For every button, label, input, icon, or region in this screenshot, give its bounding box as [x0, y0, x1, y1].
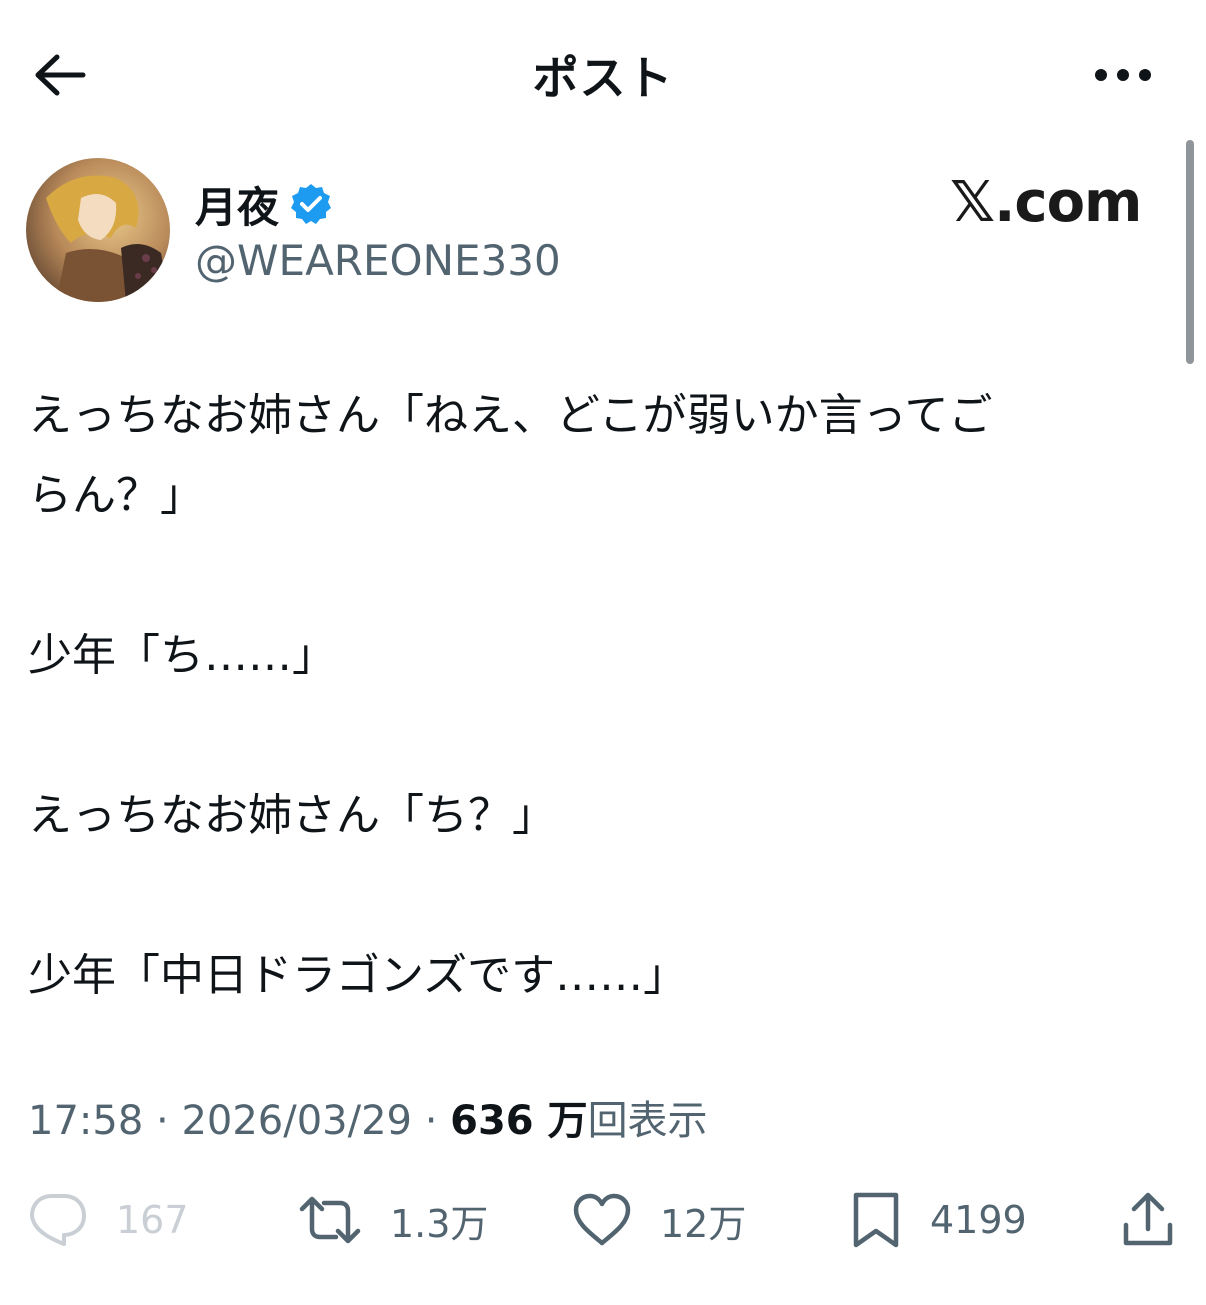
- meta-separator: ·: [156, 1098, 169, 1144]
- bookmark-count: 4199: [930, 1198, 1027, 1242]
- post-line: 少年「ち……」: [28, 630, 336, 681]
- like-count: 12万: [660, 1201, 747, 1246]
- post-date[interactable]: 2026/03/29: [181, 1098, 412, 1144]
- heart-icon: [573, 1193, 631, 1246]
- post-line: 少年「中日ドラゴンズです……」: [28, 950, 688, 1001]
- post-line: [28, 856, 1158, 936]
- bookmark-button[interactable]: 4199: [850, 1180, 1027, 1260]
- post-meta: 17:58 · 2026/03/29 · 636 万回表示: [28, 1088, 708, 1146]
- share-icon: [1123, 1192, 1173, 1246]
- views-label: 回表示: [587, 1098, 708, 1144]
- author-name-row[interactable]: 月夜: [195, 174, 333, 234]
- share-button[interactable]: [1120, 1180, 1176, 1260]
- repost-button[interactable]: 1.3万: [298, 1180, 488, 1260]
- more-button[interactable]: [1088, 50, 1158, 100]
- top-bar: ポスト: [0, 0, 1206, 150]
- post-detail-page: ポスト 月夜 @WEAREONE330 𝕏.com えっちなお姉さん「ねえ、どこ…: [0, 0, 1206, 1305]
- post-line: [28, 696, 1158, 776]
- meta-separator: ·: [424, 1098, 438, 1144]
- reply-button[interactable]: 167: [28, 1180, 189, 1260]
- post-line: [28, 536, 1158, 616]
- display-name[interactable]: 月夜: [195, 174, 279, 235]
- post-text: えっちなお姉さん「ねえ、どこが弱いか言ってご らん？」 少年「ち……」 えっちな…: [28, 376, 1158, 1016]
- reply-count: 167: [116, 1198, 189, 1242]
- action-bar: 167 1.3万 12万 4199: [0, 1180, 1206, 1260]
- post-time[interactable]: 17:58: [28, 1098, 143, 1144]
- watermark-logo: 𝕏.com: [950, 170, 1142, 235]
- verified-badge-icon: [291, 184, 332, 224]
- post-line: えっちなお姉さん「ねえ、どこが弱いか言ってご: [28, 390, 993, 441]
- scrollbar[interactable]: [1186, 140, 1194, 364]
- repost-count: 1.3万: [390, 1201, 489, 1246]
- repost-icon: [299, 1196, 361, 1244]
- post-line: らん？」: [28, 470, 204, 521]
- more-horizontal-icon: [1095, 69, 1151, 81]
- page-title: ポスト: [532, 51, 674, 105]
- avatar[interactable]: [26, 158, 170, 302]
- views-count[interactable]: 636 万: [450, 1098, 587, 1144]
- reply-icon: [30, 1194, 86, 1246]
- bookmark-icon: [853, 1192, 899, 1248]
- post-line: えっちなお姉さん「ち？」: [28, 790, 556, 841]
- author-handle[interactable]: @WEAREONE330: [195, 236, 561, 285]
- avatar-image: [26, 158, 170, 302]
- like-button[interactable]: 12万: [572, 1180, 746, 1260]
